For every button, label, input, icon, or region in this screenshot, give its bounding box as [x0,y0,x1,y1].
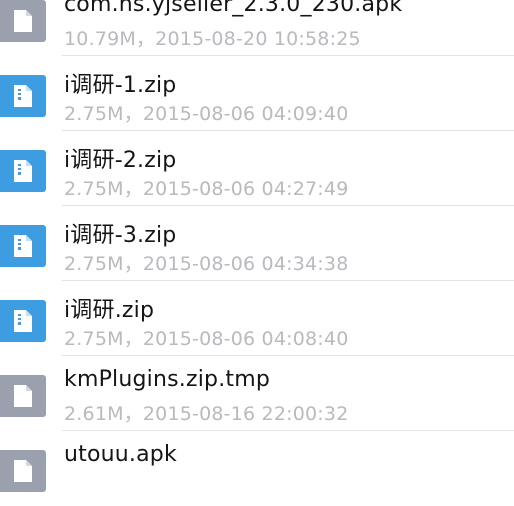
file-meta: 2.75M，2015-08-06 04:27:49 [64,178,349,200]
file-meta: 2.75M，2015-08-06 04:09:40 [64,103,349,125]
zip-file-icon [0,300,46,342]
file-meta: 10.79M，2015-08-20 10:58:25 [64,28,361,50]
file-row[interactable]: i调研.zip 2.75M，2015-08-06 04:08:40 [0,281,514,356]
file-row[interactable]: i调研-3.zip 2.75M，2015-08-06 04:34:38 [0,206,514,281]
file-name: com.ns.yjseller_2.3.0_230.apk [64,0,403,17]
generic-file-icon [0,0,46,42]
file-name: i调研-3.zip [64,223,177,248]
file-meta: 2.75M，2015-08-06 04:08:40 [64,328,349,350]
file-row[interactable]: kmPlugins.zip.tmp 2.61M，2015-08-16 22:00… [0,356,514,431]
zip-file-icon [0,225,46,267]
file-name: i调研-1.zip [64,73,177,98]
file-list: com.ns.yjseller_2.3.0_230.apk 10.79M，201… [0,0,514,506]
generic-file-icon [0,375,46,417]
file-row[interactable]: com.ns.yjseller_2.3.0_230.apk 10.79M，201… [0,0,514,56]
generic-file-icon [0,450,46,492]
file-name: i调研.zip [64,298,155,323]
file-name: i调研-2.zip [64,148,177,173]
file-name: utouu.apk [64,442,177,467]
file-row[interactable]: utouu.apk [0,431,514,506]
file-name: kmPlugins.zip.tmp [64,367,271,392]
file-meta: 2.61M，2015-08-16 22:00:32 [64,403,349,425]
file-meta: 2.75M，2015-08-06 04:34:38 [64,253,349,275]
zip-file-icon [0,150,46,192]
file-row[interactable]: i调研-1.zip 2.75M，2015-08-06 04:09:40 [0,56,514,131]
zip-file-icon [0,75,46,117]
file-row[interactable]: i调研-2.zip 2.75M，2015-08-06 04:27:49 [0,131,514,206]
